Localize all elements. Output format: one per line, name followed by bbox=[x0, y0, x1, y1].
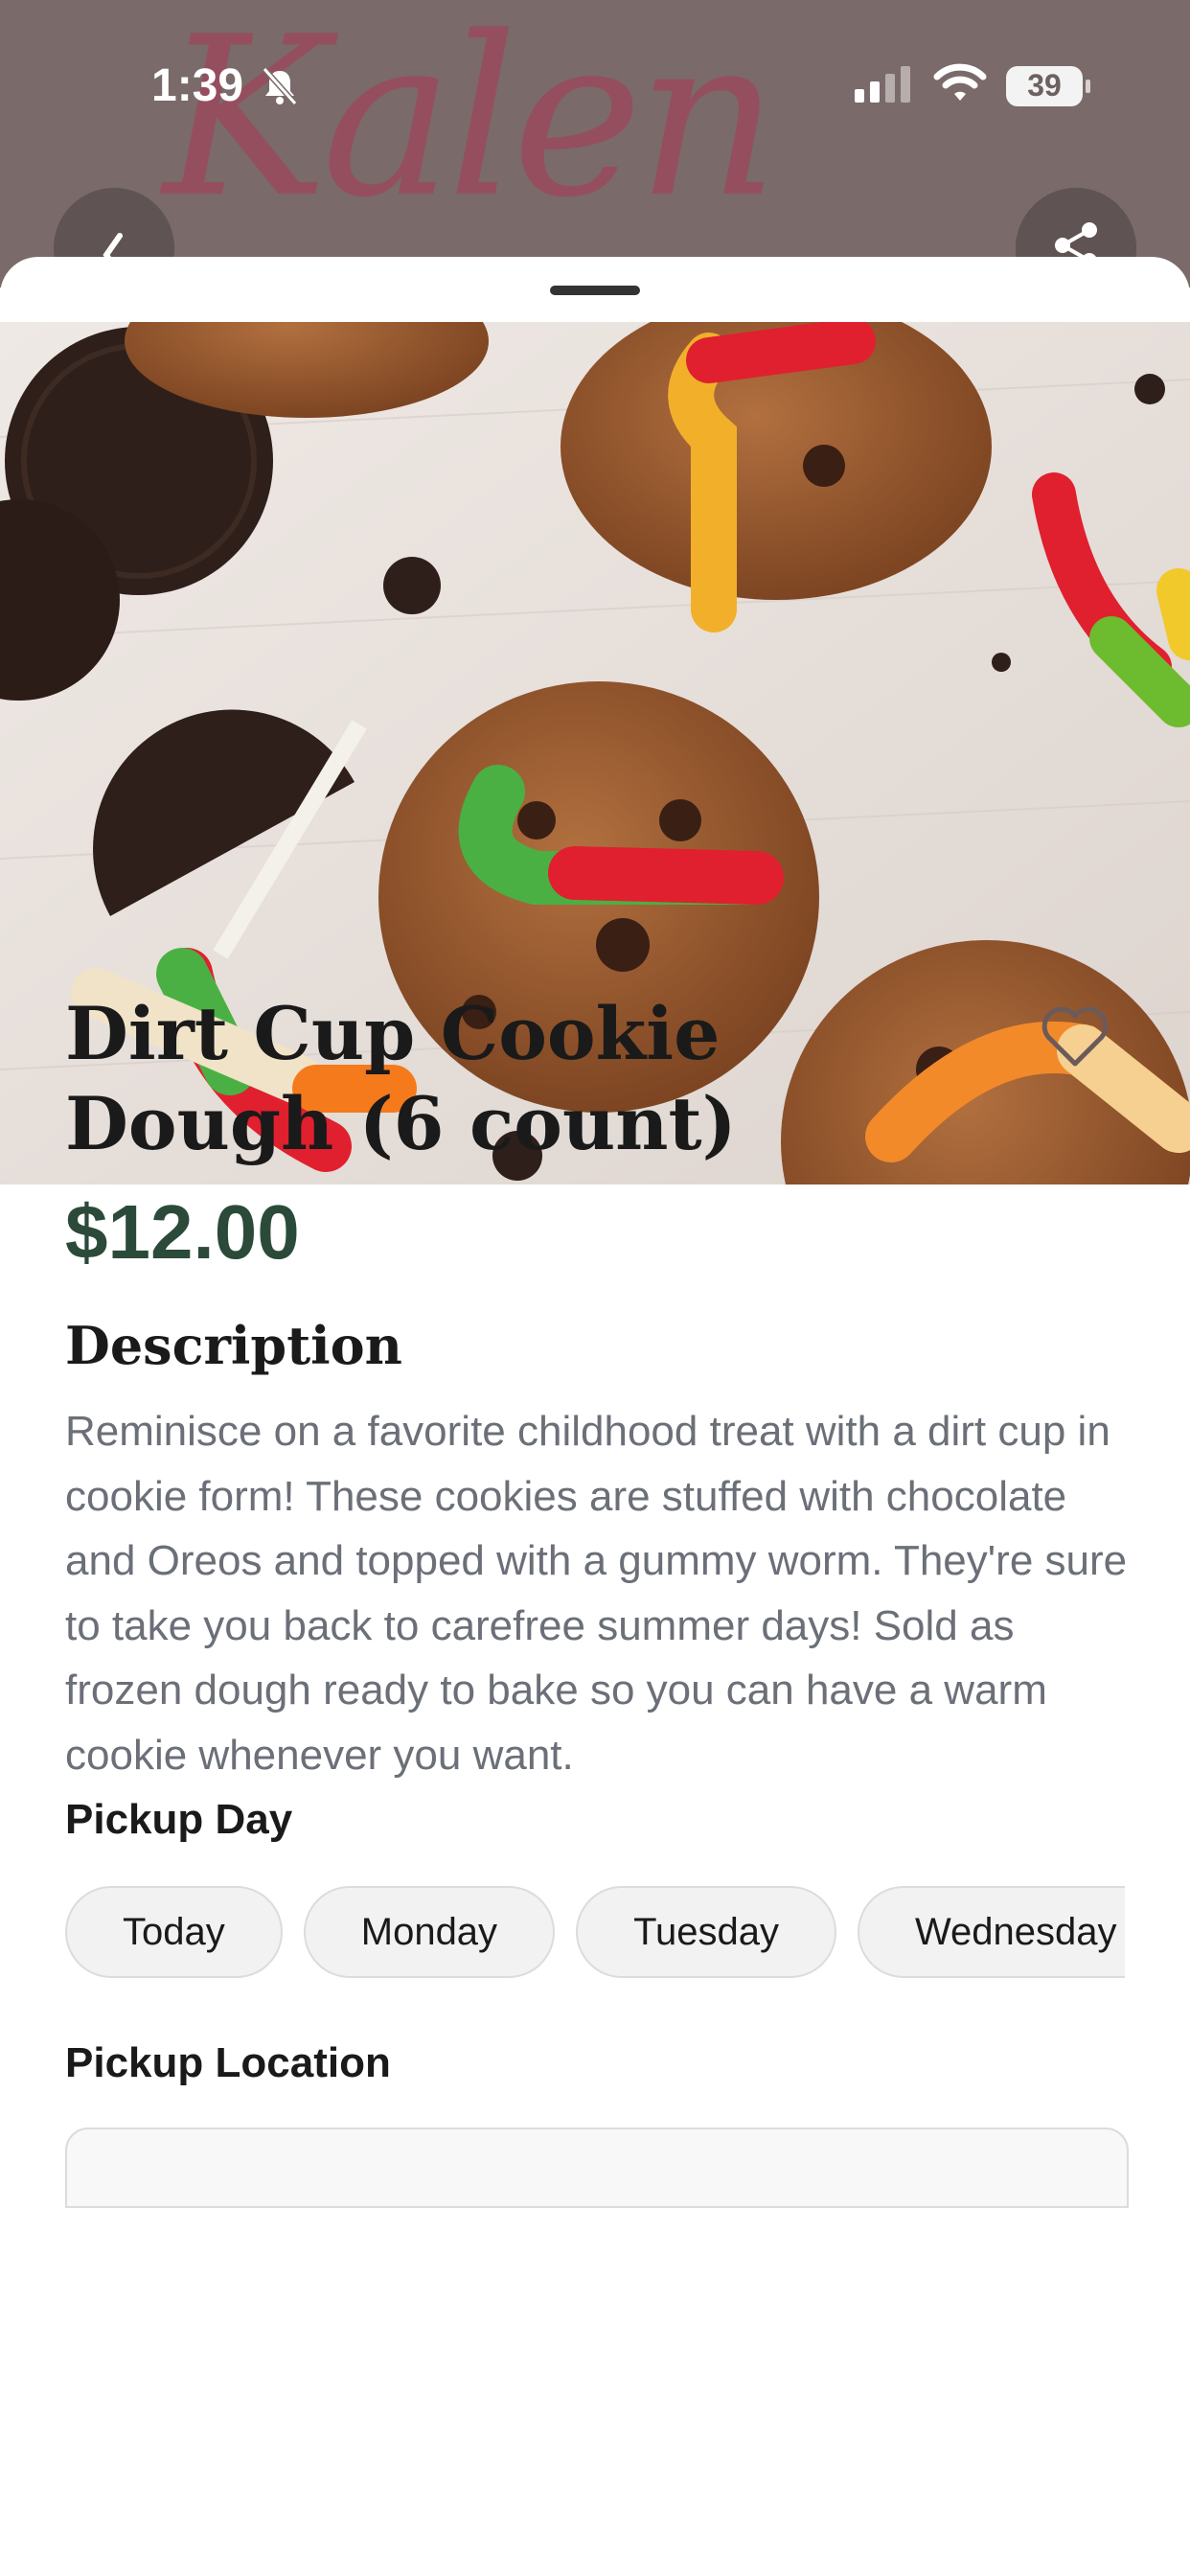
status-time: 1:39 bbox=[151, 60, 244, 111]
brand-logo: Kalen bbox=[163, 0, 779, 246]
pickup-day-chip-tuesday[interactable]: Tuesday bbox=[576, 1886, 836, 1978]
status-indicators: 39 bbox=[855, 63, 1090, 108]
pickup-location-select[interactable] bbox=[65, 2128, 1129, 2208]
pickup-day-label: Pickup Day bbox=[65, 1796, 293, 1843]
signal-icon bbox=[855, 64, 914, 107]
silent-bell-icon bbox=[259, 65, 301, 112]
favorite-button[interactable] bbox=[1041, 1006, 1110, 1074]
product-sheet: Dirt Cup Cookie Dough (6 count) $12.00 D… bbox=[0, 257, 1190, 2576]
product-title: Dirt Cup Cookie Dough (6 count) bbox=[65, 991, 737, 1166]
wifi-icon bbox=[933, 63, 987, 108]
header-banner: Kalen 1:39 39 bbox=[0, 0, 1190, 288]
description-heading: Description bbox=[65, 1315, 402, 1376]
description-text: Reminisce on a favorite childhood treat … bbox=[65, 1408, 1128, 1779]
heart-icon bbox=[1041, 1006, 1109, 1067]
pickup-location-label: Pickup Location bbox=[65, 2039, 391, 2086]
battery-indicator: 39 bbox=[1006, 65, 1090, 106]
pickup-day-chip-today[interactable]: Today bbox=[65, 1886, 283, 1978]
pickup-day-options: Today Monday Tuesday Wednesday bbox=[65, 1886, 1125, 1982]
product-price: $12.00 bbox=[65, 1189, 300, 1275]
pickup-day-chip-wednesday[interactable]: Wednesday bbox=[858, 1886, 1125, 1978]
pickup-day-chip-monday[interactable]: Monday bbox=[303, 1886, 556, 1978]
sheet-grabber[interactable] bbox=[550, 286, 640, 295]
